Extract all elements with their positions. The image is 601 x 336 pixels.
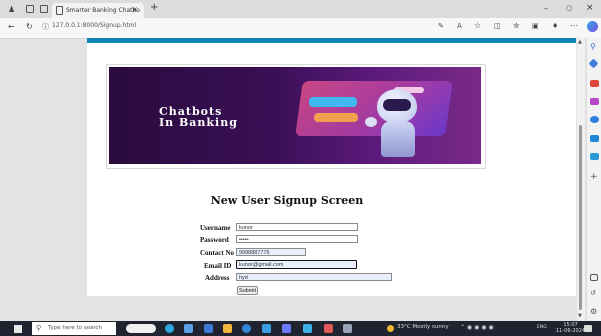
chat-window-graphic [295, 81, 453, 136]
taskbar-clock[interactable]: 15:07 11-06-2024 [556, 322, 585, 334]
page-header-strip [87, 38, 576, 43]
minimize-icon[interactable]: – [544, 4, 548, 13]
taskbar-app-icon[interactable] [282, 324, 291, 333]
banner-title: Chatbots In Banking [159, 106, 238, 128]
taskbar-app-icon[interactable] [126, 324, 156, 333]
search-placeholder: Type here to search [48, 325, 103, 331]
contact-input[interactable]: 9998887776 [236, 248, 306, 256]
address-input[interactable]: hyd [236, 273, 392, 281]
page-icon [56, 6, 63, 15]
search-icon: ⚲ [36, 324, 42, 332]
page-title: New User Signup Screen [210, 194, 364, 207]
tools-icon[interactable] [590, 80, 599, 87]
settings-gear-icon[interactable]: ⚙ [590, 308, 599, 316]
sidebar-window-icon[interactable] [590, 274, 598, 281]
language-indicator[interactable]: ENG [537, 325, 547, 330]
copilot-icon[interactable] [587, 21, 598, 32]
password-label: Password [200, 236, 229, 244]
edge-sidebar: ⚲ + ↺ ⚙ [586, 38, 601, 321]
tab-title: Smarter Banking Chatbo [66, 7, 140, 14]
tab-actions-icon[interactable] [40, 5, 48, 13]
close-tab-icon[interactable]: × [131, 5, 138, 14]
more-menu-icon[interactable]: ⋯ [570, 21, 578, 30]
email-input[interactable]: kunor@gmail.com [236, 260, 357, 269]
chat-bubble-graphic [314, 113, 358, 122]
taskbar-app-icon[interactable] [262, 324, 271, 333]
taskbar-app-icon[interactable] [184, 324, 193, 333]
translate-icon[interactable]: A [457, 22, 462, 30]
games-icon[interactable] [590, 98, 599, 105]
back-icon[interactable]: ← [8, 22, 15, 31]
scroll-up-icon[interactable]: ▲ [578, 39, 582, 45]
robot-visor-graphic [383, 99, 411, 111]
share-icon[interactable]: ↺ [590, 290, 599, 297]
contact-label: Contact No [200, 249, 235, 257]
maximize-icon[interactable]: ○ [566, 4, 572, 12]
new-tab-icon[interactable]: + [150, 2, 158, 13]
address-bar[interactable]: 127.0.0.1:8000/Signup.html [52, 22, 136, 29]
submit-button[interactable]: Submit [237, 286, 258, 295]
password-input[interactable]: ••••• [236, 235, 358, 243]
taskbar-app-icon[interactable] [242, 324, 251, 333]
read-aloud-icon[interactable]: ✎ [438, 22, 444, 30]
browser-tab[interactable]: Smarter Banking Chatbo × [52, 3, 144, 18]
weather-text[interactable]: 33°C Mostly sunny [397, 324, 449, 330]
profile-icon[interactable]: ♟ [8, 5, 17, 14]
taskbar-app-icon[interactable] [223, 324, 232, 333]
close-window-icon[interactable]: × [586, 3, 594, 13]
taskbar-app-icon[interactable] [303, 324, 312, 333]
taskbar-app-icon[interactable] [343, 324, 352, 333]
outlook-icon[interactable] [590, 135, 599, 142]
drop-icon[interactable] [590, 153, 599, 160]
email-label: Email ID [204, 262, 232, 270]
split-screen-icon[interactable]: ◫ [494, 22, 501, 30]
taskbar-app-icon[interactable] [324, 324, 333, 333]
username-input[interactable]: kunor [236, 223, 358, 231]
workspaces-icon[interactable] [26, 5, 34, 13]
system-tray-icons[interactable]: ⌃ ◉ ◉ ◉ ◉ [460, 324, 494, 331]
address-label: Address [205, 274, 230, 282]
info-icon: ⓘ [42, 23, 49, 31]
taskbar-app-icon[interactable] [165, 324, 174, 333]
office-icon[interactable] [590, 116, 599, 123]
weather-icon [387, 325, 394, 332]
collections-icon[interactable]: ▣ [532, 22, 539, 30]
refresh-icon[interactable]: ↻ [26, 22, 33, 31]
clock-date: 11-06-2024 [556, 328, 586, 334]
robot-hand-graphic [365, 117, 377, 127]
favorite-star-icon[interactable]: ☆ [474, 21, 481, 30]
shopping-icon[interactable] [588, 58, 599, 69]
scroll-down-icon[interactable]: ▼ [578, 313, 582, 319]
search-icon[interactable]: ⚲ [590, 43, 599, 51]
add-sidebar-icon[interactable]: + [590, 173, 599, 182]
banner-title-line2: In Banking [159, 116, 238, 129]
scrollbar-thumb[interactable] [579, 125, 582, 310]
notification-icon[interactable] [584, 325, 592, 332]
extensions-icon[interactable]: ♦ [552, 22, 558, 30]
taskbar-app-icon[interactable] [204, 324, 213, 333]
taskbar-search-box[interactable]: ⚲ Type here to search [32, 322, 116, 335]
favorites-icon[interactable]: ✮ [513, 21, 520, 30]
robot-body-graphic [381, 121, 415, 157]
chat-bubble-graphic [309, 97, 357, 107]
username-label: Username [200, 224, 231, 232]
windows-start-icon[interactable] [14, 325, 22, 333]
